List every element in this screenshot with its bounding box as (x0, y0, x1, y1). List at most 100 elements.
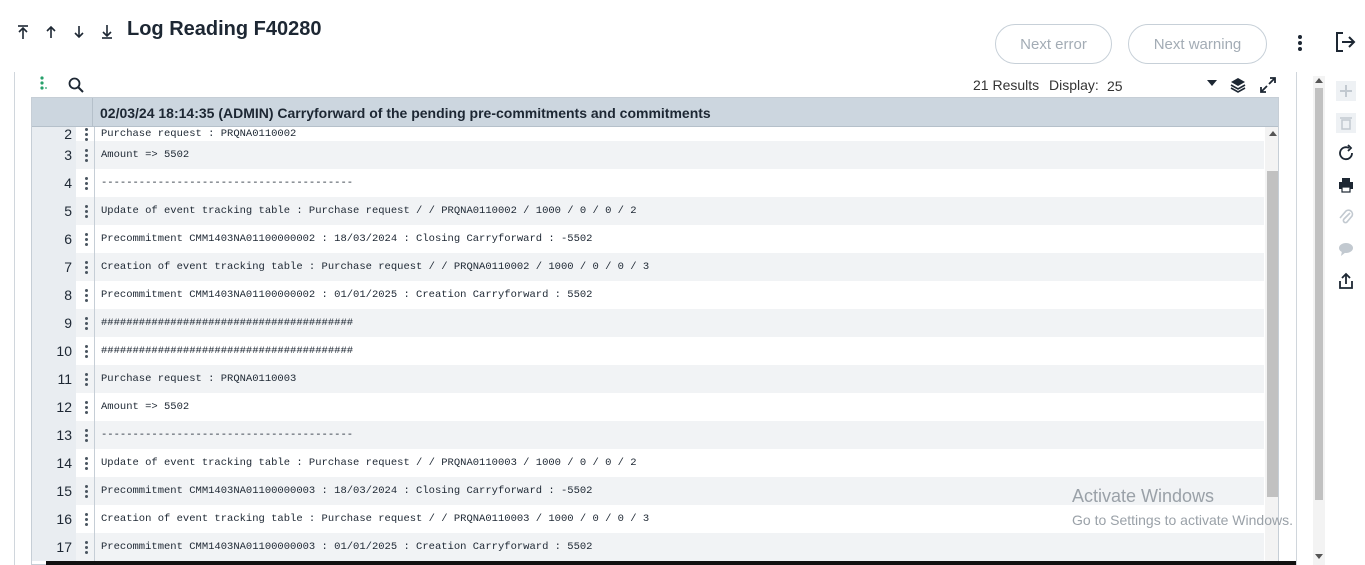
row-divider (94, 533, 95, 561)
row-number: 3 (64, 147, 72, 163)
row-number: 13 (56, 427, 72, 443)
row-divider (94, 421, 95, 449)
row-number: 8 (64, 287, 72, 303)
table-row[interactable]: 14 Update of event tracking table : Purch… (32, 449, 1264, 477)
row-menu-icon[interactable] (78, 225, 94, 253)
scrollbar-thumb[interactable] (1315, 88, 1323, 500)
add-icon[interactable] (1335, 80, 1357, 102)
row-number: 16 (56, 511, 72, 527)
grid-header: 02/03/24 18:14:35 (ADMIN) Carryforward o… (32, 98, 1278, 127)
table-row[interactable]: 3 Amount => 5502 (32, 141, 1264, 169)
next-warning-button[interactable]: Next warning (1128, 24, 1267, 64)
export-icon[interactable] (1335, 270, 1357, 292)
grid-scrollbar[interactable] (1265, 127, 1278, 564)
row-number: 6 (64, 231, 72, 247)
scrollbar-thumb[interactable] (1267, 171, 1278, 497)
row-divider (94, 197, 95, 225)
row-divider (94, 169, 95, 197)
layers-icon[interactable] (1229, 76, 1247, 94)
row-menu-icon[interactable] (78, 421, 94, 449)
delete-icon[interactable] (1335, 112, 1357, 134)
row-menu-icon[interactable] (78, 253, 94, 281)
row-menu-icon[interactable] (78, 449, 94, 477)
print-icon[interactable] (1335, 174, 1357, 196)
log-line-text: ######################################## (101, 317, 354, 329)
table-row[interactable]: 4 ---------------------------------------… (32, 169, 1264, 197)
row-menu-icon[interactable] (78, 505, 94, 533)
grid-menu-icon[interactable] (39, 75, 47, 96)
previous-record-icon[interactable] (42, 20, 60, 44)
header: Log Reading F40280 Next error Next warni… (0, 0, 1365, 72)
row-menu-icon[interactable] (78, 477, 94, 505)
row-menu-icon[interactable] (78, 393, 94, 421)
scroll-up-icon[interactable] (1315, 78, 1323, 83)
row-number: 14 (56, 455, 72, 471)
table-row[interactable]: 11 Purchase request : PRQNA0110003 (32, 365, 1264, 393)
row-number: 9 (64, 315, 72, 331)
table-row[interactable]: 9 #######################################… (32, 309, 1264, 337)
display-select[interactable]: 25 (1107, 78, 1123, 94)
results-count: 21 Results (973, 77, 1040, 93)
row-number: 5 (64, 203, 72, 219)
row-menu-icon[interactable] (78, 365, 94, 393)
row-menu-icon[interactable] (78, 127, 94, 141)
table-row[interactable]: 5 Update of event tracking table : Purcha… (32, 197, 1264, 225)
chevron-down-icon[interactable] (1207, 80, 1217, 86)
row-menu-icon[interactable] (78, 533, 94, 561)
table-row[interactable]: 8 Precommitment CMM1403NA01100000002 : 01… (32, 281, 1264, 309)
row-number: 4 (64, 175, 72, 191)
log-line-text: Amount => 5502 (101, 149, 190, 161)
row-divider (94, 253, 95, 281)
row-number: 17 (56, 539, 72, 555)
scroll-up-icon[interactable] (1269, 131, 1277, 136)
log-line-text: Creation of event tracking table : Purch… (101, 261, 650, 273)
log-line-text: Update of event tracking table : Purchas… (101, 205, 637, 217)
search-icon[interactable] (67, 76, 85, 94)
row-menu-icon[interactable] (78, 337, 94, 365)
row-divider (94, 393, 95, 421)
log-line-text: Update of event tracking table : Purchas… (101, 457, 637, 469)
comment-icon[interactable] (1335, 238, 1357, 260)
row-divider (94, 449, 95, 477)
last-record-icon[interactable] (98, 20, 116, 44)
exit-icon[interactable] (1333, 30, 1357, 56)
expand-icon[interactable] (1259, 76, 1277, 94)
grid-header-title: 02/03/24 18:14:35 (ADMIN) Carryforward o… (100, 105, 711, 121)
row-divider (94, 505, 95, 533)
panel-scrollbar[interactable] (1313, 76, 1325, 565)
record-navigation (14, 20, 116, 44)
refresh-icon[interactable] (1335, 142, 1357, 164)
table-row[interactable]: 12 Amount => 5502 (32, 393, 1264, 421)
row-number: 7 (64, 259, 72, 275)
table-row[interactable]: 6 Precommitment CMM1403NA01100000002 : 18… (32, 225, 1264, 253)
first-record-icon[interactable] (14, 20, 32, 44)
activation-watermark-title: Activate Windows (1072, 486, 1215, 506)
table-row[interactable]: 17 Precommitment CMM1403NA01100000003 : 0… (32, 533, 1264, 561)
more-actions-icon[interactable] (1290, 30, 1310, 56)
row-menu-icon[interactable] (78, 281, 94, 309)
log-line-text: ######################################## (101, 345, 354, 357)
table-row[interactable]: 7 Creation of event tracking table : Purc… (32, 253, 1264, 281)
page-title: Log Reading F40280 (127, 18, 322, 40)
log-line-text: Precommitment CMM1403NA01100000003 : 18/… (101, 485, 593, 497)
scroll-down-icon[interactable] (1315, 554, 1323, 559)
log-line-text: Creation of event tracking table : Purch… (101, 513, 650, 525)
next-error-button[interactable]: Next error (995, 24, 1112, 64)
activation-watermark-subtitle: Go to Settings to activate Windows. (1072, 512, 1293, 528)
right-action-panel (1297, 72, 1365, 565)
grid-toolbar: 21 Results Display: 25 (15, 72, 1296, 97)
table-row[interactable]: 13 --------------------------------------… (32, 421, 1264, 449)
attachment-icon[interactable] (1335, 206, 1357, 228)
table-row[interactable]: 2 Purchase request : PRQNA0110002 (32, 127, 1264, 141)
row-divider (94, 225, 95, 253)
row-menu-icon[interactable] (78, 309, 94, 337)
row-divider (94, 309, 95, 337)
row-menu-icon[interactable] (78, 141, 94, 169)
log-line-text: ---------------------------------------- (101, 429, 354, 441)
row-menu-icon[interactable] (78, 197, 94, 225)
next-record-icon[interactable] (70, 20, 88, 44)
row-divider (94, 281, 95, 309)
row-menu-icon[interactable] (78, 169, 94, 197)
table-row[interactable]: 10 ######################################… (32, 337, 1264, 365)
row-number: 12 (56, 399, 72, 415)
